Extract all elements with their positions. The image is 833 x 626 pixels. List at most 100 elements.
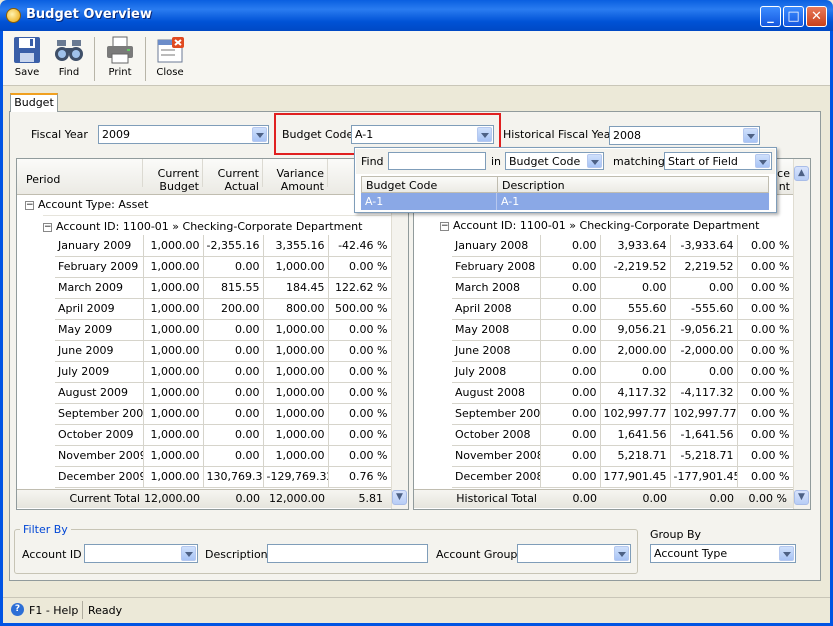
table-cell[interactable]: 1,000.00 (263, 424, 329, 446)
table-cell[interactable]: 0.00 % (737, 445, 794, 467)
group-row-account-type[interactable]: − Account Type: Asset (25, 194, 391, 215)
table-cell[interactable]: 177,901.45 (600, 466, 671, 488)
table-cell[interactable]: 0.00 (203, 340, 264, 362)
table-cell[interactable]: 0.00 (670, 277, 738, 299)
minimize-button[interactable]: _ (760, 6, 781, 27)
window-close-button[interactable]: ✕ (806, 6, 827, 27)
collapse-icon[interactable]: − (25, 200, 34, 210)
table-row[interactable]: September 2008 0.00 102,997.77 102,997.77 0.… (452, 403, 794, 425)
table-row[interactable]: April 2008 0.00 555.60 -555.60 0.00 % (452, 298, 794, 320)
table-cell[interactable]: -2,000.00 (670, 340, 738, 362)
table-row[interactable]: February 2008 0.00 -2,219.52 2,219.52 0.00 % (452, 256, 794, 278)
table-cell[interactable]: 555.60 (600, 298, 671, 320)
fiscal-year-select[interactable]: 2009 (98, 125, 269, 144)
save-button[interactable]: Save (5, 34, 49, 84)
table-row[interactable]: May 2008 0.00 9,056.21 -9,056.21 0.00 % (452, 319, 794, 341)
table-cell[interactable]: 0.00 (540, 466, 601, 488)
col-period[interactable]: Period (17, 159, 143, 187)
find-button[interactable]: Find (47, 34, 91, 84)
table-cell[interactable]: July 2008 (452, 361, 541, 383)
table-cell[interactable]: 0.00 (540, 361, 601, 383)
table-row[interactable]: December 2008 0.00 177,901.45 -177,901.45 0.… (452, 466, 794, 488)
table-cell[interactable]: April 2008 (452, 298, 541, 320)
table-cell[interactable]: 0.00 % (737, 319, 794, 341)
table-row[interactable]: November 2009 1,000.00 0.00 1,000.00 0.00 % (55, 445, 392, 467)
table-cell[interactable]: 0.00 % (328, 445, 392, 467)
table-cell[interactable]: 0.00 % (328, 256, 392, 278)
col-current-actual[interactable]: Current Actual (203, 159, 263, 193)
table-cell[interactable]: 0.00 (670, 361, 738, 383)
historical-fiscal-year-select[interactable]: 2008 (609, 126, 760, 145)
table-row[interactable]: January 2009 1,000.00 -2,355.16 3,355.16 -42… (55, 235, 392, 257)
table-row[interactable]: March 2009 1,000.00 815.55 184.45 122.62 % (55, 277, 392, 299)
col-budget-code[interactable]: Budget Code (366, 179, 437, 192)
table-cell[interactable]: 0.00 (540, 298, 601, 320)
table-cell[interactable]: 1,000.00 (263, 403, 329, 425)
table-cell[interactable]: October 2008 (452, 424, 541, 446)
chevron-down-icon[interactable] (252, 127, 267, 142)
table-cell[interactable]: 0.00 % (737, 298, 794, 320)
chevron-down-icon[interactable] (614, 546, 629, 561)
budget-code-select[interactable]: A-1 (351, 125, 494, 144)
table-cell[interactable]: 9,056.21 (600, 319, 671, 341)
table-cell[interactable]: 1,000.00 (263, 256, 329, 278)
table-cell[interactable]: 0.00 (540, 445, 601, 467)
group-by-select[interactable]: Account Type (650, 544, 796, 563)
table-cell[interactable]: 0.00 % (737, 340, 794, 362)
table-cell[interactable]: 1,000.00 (263, 340, 329, 362)
table-cell[interactable]: 102,997.77 (670, 403, 738, 425)
table-cell[interactable]: 184.45 (263, 277, 329, 299)
table-cell[interactable]: -4,117.32 (670, 382, 738, 404)
table-row[interactable]: June 2008 0.00 2,000.00 -2,000.00 0.00 % (452, 340, 794, 362)
table-cell[interactable]: 1,000.00 (143, 340, 204, 362)
table-cell[interactable]: October 2009 (55, 424, 144, 446)
tab-budget[interactable]: Budget (10, 93, 58, 112)
table-cell[interactable]: 0.00 (203, 445, 264, 467)
table-cell[interactable]: 1,000.00 (143, 235, 204, 257)
table-row[interactable]: July 2008 0.00 0.00 0.00 0.00 % (452, 361, 794, 383)
table-cell[interactable]: 1,000.00 (263, 361, 329, 383)
table-cell[interactable]: 1,000.00 (143, 298, 204, 320)
help-icon[interactable]: ? (11, 603, 24, 616)
table-cell[interactable]: 1,000.00 (143, 403, 204, 425)
table-cell[interactable]: August 2009 (55, 382, 144, 404)
table-cell[interactable]: 1,000.00 (143, 277, 204, 299)
table-cell[interactable]: 0.00 % (328, 361, 392, 383)
table-cell[interactable]: September 2009 (55, 403, 144, 425)
account-id-select[interactable] (84, 544, 198, 563)
table-cell[interactable]: -3,933.64 (670, 235, 738, 257)
matching-select[interactable]: Start of Field (664, 152, 772, 170)
find-input[interactable] (388, 152, 486, 170)
table-cell[interactable]: -1,641.56 (670, 424, 738, 446)
table-cell[interactable]: 0.00 % (737, 277, 794, 299)
chevron-down-icon[interactable] (755, 154, 770, 168)
table-row[interactable]: April 2009 1,000.00 200.00 800.00 500.00 % (55, 298, 392, 320)
table-cell[interactable]: 1,000.00 (143, 424, 204, 446)
table-cell[interactable]: December 2009 (55, 466, 144, 488)
table-cell[interactable]: May 2008 (452, 319, 541, 341)
table-row[interactable]: July 2009 1,000.00 0.00 1,000.00 0.00 % (55, 361, 392, 383)
col-description[interactable]: Description (502, 179, 565, 192)
table-cell[interactable]: March 2009 (55, 277, 144, 299)
table-cell[interactable]: 3,933.64 (600, 235, 671, 257)
table-cell[interactable]: -5,218.71 (670, 445, 738, 467)
table-cell[interactable]: 0.00 (540, 256, 601, 278)
table-cell[interactable]: 0.00 % (328, 319, 392, 341)
table-cell[interactable]: 0.00 % (737, 466, 794, 488)
table-row[interactable]: January 2008 0.00 3,933.64 -3,933.64 0.00 % (452, 235, 794, 257)
table-row[interactable]: March 2008 0.00 0.00 0.00 0.00 % (452, 277, 794, 299)
table-cell[interactable]: 2,000.00 (600, 340, 671, 362)
table-row[interactable]: June 2009 1,000.00 0.00 1,000.00 0.00 % (55, 340, 392, 362)
group-row-account-id[interactable]: − Account ID: 1100-01 » Checking-Corporat… (43, 215, 391, 236)
table-cell[interactable]: 0.00 (203, 424, 264, 446)
table-cell[interactable]: 0.00 % (328, 340, 392, 362)
scroll-down-icon[interactable]: ▼ (392, 490, 407, 505)
table-cell[interactable]: 0.00 % (328, 403, 392, 425)
table-cell[interactable]: January 2009 (55, 235, 144, 257)
table-cell[interactable]: 200.00 (203, 298, 264, 320)
table-cell[interactable]: 0.00 (540, 424, 601, 446)
table-cell[interactable]: 1,000.00 (143, 466, 204, 488)
table-cell[interactable]: -42.46 % (328, 235, 392, 257)
table-cell[interactable]: 0.00 % (328, 382, 392, 404)
table-row[interactable]: October 2009 1,000.00 0.00 1,000.00 0.00 % (55, 424, 392, 446)
